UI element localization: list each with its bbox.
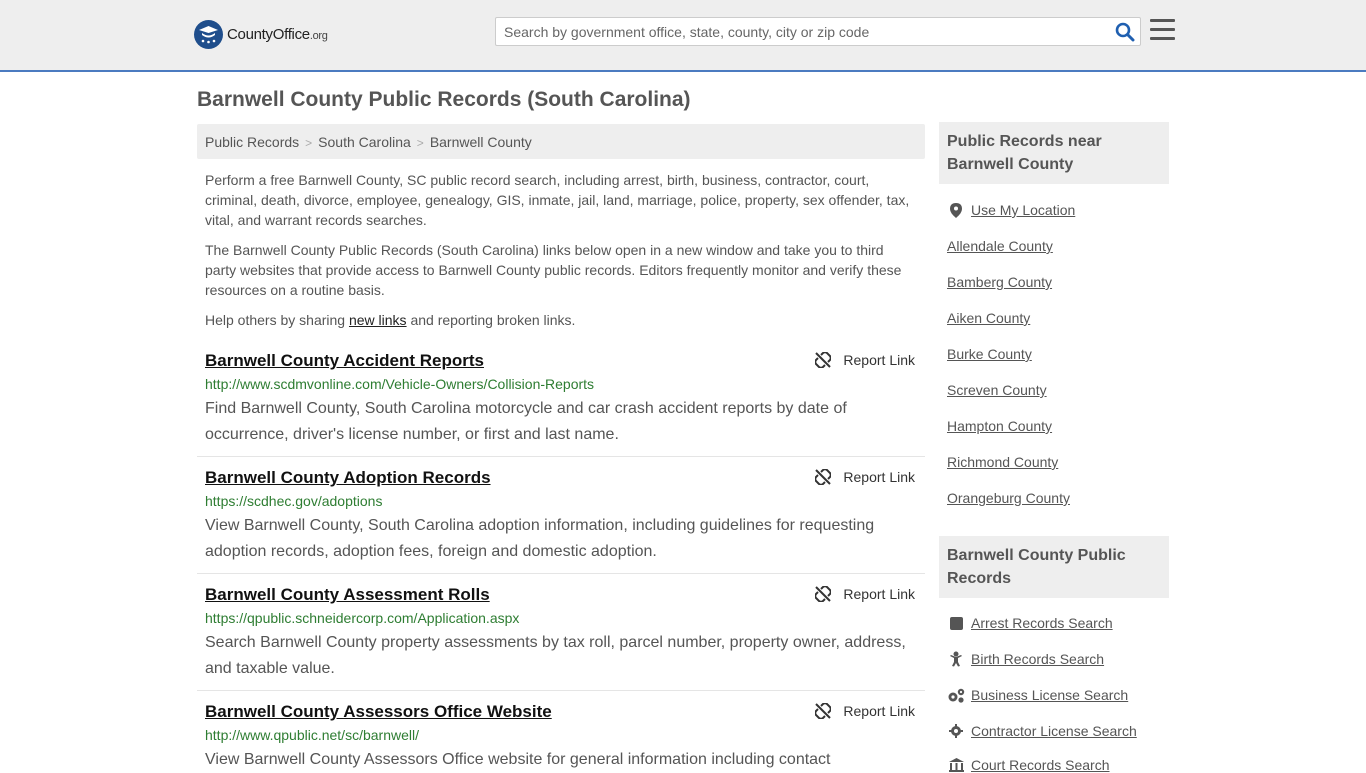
record-item: Barnwell County Assessment Rolls Report … bbox=[197, 585, 925, 691]
arrest-records-link[interactable]: Arrest Records Search bbox=[947, 615, 1113, 631]
record-title-link[interactable]: Barnwell County Assessors Office Website bbox=[205, 702, 552, 722]
record-description: View Barnwell County, South Carolina ado… bbox=[205, 517, 875, 560]
record-title-link[interactable]: Barnwell County Assessment Rolls bbox=[205, 585, 490, 605]
breadcrumb-county[interactable]: Barnwell County bbox=[430, 134, 532, 150]
intro-paragraph-2: The Barnwell County Public Records (Sout… bbox=[205, 242, 902, 298]
breadcrumb-separator: > bbox=[416, 136, 424, 150]
intro-text: Help others by sharing bbox=[205, 312, 349, 328]
top-header: CountyOffice.org bbox=[0, 0, 1366, 72]
report-link-label: Report Link bbox=[843, 469, 915, 485]
gear-icon bbox=[947, 723, 965, 739]
record-description: Search Barnwell County property assessme… bbox=[205, 634, 906, 677]
broken-link-icon bbox=[815, 586, 832, 602]
record-item: Barnwell County Accident Reports Report … bbox=[197, 351, 925, 457]
breadcrumb-separator: > bbox=[305, 136, 313, 150]
nearby-county-link[interactable]: Bamberg County bbox=[947, 274, 1052, 290]
report-link-button[interactable]: Report Link bbox=[815, 352, 915, 368]
use-my-location-link[interactable]: Use My Location bbox=[947, 202, 1075, 218]
report-link-button[interactable]: Report Link bbox=[815, 586, 915, 602]
contractor-license-link[interactable]: Contractor License Search bbox=[947, 723, 1137, 739]
nearby-county-link[interactable]: Screven County bbox=[947, 382, 1047, 398]
site-logo[interactable]: CountyOffice.org bbox=[194, 20, 328, 49]
logo-text: CountyOffice.org bbox=[227, 26, 328, 43]
record-description: Find Barnwell County, South Carolina mot… bbox=[205, 400, 847, 443]
page-title: Barnwell County Public Records (South Ca… bbox=[197, 88, 691, 111]
record-url[interactable]: https://scdhec.gov/adoptions bbox=[205, 493, 382, 509]
new-links-link[interactable]: new links bbox=[349, 312, 407, 328]
report-link-button[interactable]: Report Link bbox=[815, 703, 915, 719]
search-bar bbox=[495, 17, 1141, 46]
baby-icon bbox=[947, 651, 965, 667]
report-link-button[interactable]: Report Link bbox=[815, 469, 915, 485]
record-url[interactable]: http://www.scdmvonline.com/Vehicle-Owner… bbox=[205, 376, 594, 392]
record-title-link[interactable]: Barnwell County Adoption Records bbox=[205, 468, 491, 488]
county-records-heading: Barnwell County Public Records bbox=[939, 536, 1169, 598]
record-item: Barnwell County Assessors Office Website… bbox=[197, 702, 925, 768]
record-url[interactable]: https://qpublic.schneidercorp.com/Applic… bbox=[205, 610, 519, 626]
county-link-label: Arrest Records Search bbox=[971, 615, 1113, 631]
report-link-label: Report Link bbox=[843, 352, 915, 368]
report-link-label: Report Link bbox=[843, 586, 915, 602]
nearby-county-link[interactable]: Allendale County bbox=[947, 238, 1053, 254]
nearby-county-link[interactable]: Burke County bbox=[947, 346, 1032, 362]
nearby-county-link[interactable]: Richmond County bbox=[947, 454, 1058, 470]
search-icon[interactable] bbox=[1115, 22, 1135, 42]
map-pin-icon bbox=[947, 202, 965, 218]
record-title-link[interactable]: Barnwell County Accident Reports bbox=[205, 351, 484, 371]
intro-text: and reporting broken links. bbox=[406, 312, 576, 328]
logo-main: CountyOffice bbox=[227, 26, 310, 43]
nearby-county-link[interactable]: Orangeburg County bbox=[947, 490, 1070, 506]
nearby-records-heading: Public Records near Barnwell County bbox=[939, 122, 1169, 184]
business-license-link[interactable]: Business License Search bbox=[947, 687, 1128, 703]
county-link-label: Court Records Search bbox=[971, 757, 1110, 773]
breadcrumb: Public Records > South Carolina > Barnwell C… bbox=[197, 124, 925, 159]
broken-link-icon bbox=[815, 703, 832, 719]
intro-paragraph-3: Help others by sharing new links and rep… bbox=[205, 310, 917, 330]
birth-records-link[interactable]: Birth Records Search bbox=[947, 651, 1104, 667]
report-link-label: Report Link bbox=[843, 703, 915, 719]
use-my-location-label: Use My Location bbox=[971, 202, 1076, 218]
broken-link-icon bbox=[815, 352, 832, 368]
county-link-label: Contractor License Search bbox=[971, 723, 1137, 739]
hamburger-menu-icon[interactable] bbox=[1150, 19, 1175, 41]
nearby-county-link[interactable]: Aiken County bbox=[947, 310, 1030, 326]
record-item: Barnwell County Adoption Records Report … bbox=[197, 468, 925, 574]
county-link-label: Birth Records Search bbox=[971, 651, 1105, 667]
courthouse-icon bbox=[947, 757, 965, 773]
record-description: View Barnwell County Assessors Office we… bbox=[205, 751, 831, 768]
search-input[interactable] bbox=[496, 18, 1096, 45]
logo-tld: .org bbox=[309, 30, 328, 42]
breadcrumb-state[interactable]: South Carolina bbox=[318, 134, 411, 150]
county-link-label: Business License Search bbox=[971, 687, 1129, 703]
broken-link-icon bbox=[815, 469, 832, 485]
nearby-county-link[interactable]: Hampton County bbox=[947, 418, 1052, 434]
breadcrumb-public-records[interactable]: Public Records bbox=[205, 134, 299, 150]
logo-seal-icon bbox=[194, 20, 223, 49]
intro-paragraph-1: Perform a free Barnwell County, SC publi… bbox=[205, 172, 910, 228]
record-url[interactable]: http://www.qpublic.net/sc/barnwell/ bbox=[205, 727, 419, 743]
square-icon bbox=[947, 615, 965, 631]
gears-icon bbox=[947, 687, 965, 703]
court-records-link[interactable]: Court Records Search bbox=[947, 757, 1110, 773]
